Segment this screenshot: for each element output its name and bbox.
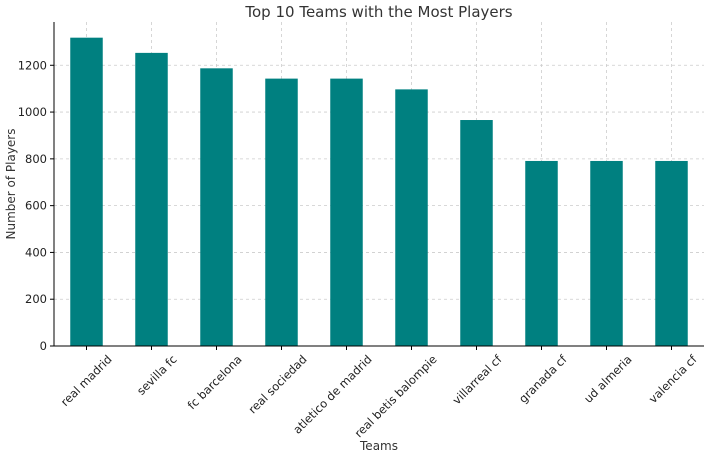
bar-chart: Top 10 Teams with the Most Players 0 200 4… xyxy=(4,3,704,453)
x-tick-label: real sociedad xyxy=(245,352,309,416)
x-tick-label: sevilla fc xyxy=(134,352,180,398)
y-tick-label: 600 xyxy=(25,199,47,213)
bar xyxy=(135,52,168,346)
bar xyxy=(395,89,428,346)
y-tick-label: 200 xyxy=(25,292,47,306)
bar xyxy=(460,120,493,347)
x-axis-label: Teams xyxy=(359,439,398,453)
bar xyxy=(200,68,233,347)
bar xyxy=(590,160,623,346)
y-tick-label: 0 xyxy=(40,339,47,353)
y-axis-label: Number of Players xyxy=(4,129,18,240)
y-tick-label: 1000 xyxy=(18,105,47,119)
bar xyxy=(70,37,103,346)
y-tick-label: 800 xyxy=(25,152,47,166)
y-tick-label: 400 xyxy=(25,245,47,259)
bar xyxy=(265,78,298,346)
x-tick-label: ud almeria xyxy=(581,352,635,406)
x-tick-label: villarreal cf xyxy=(450,352,506,408)
bar xyxy=(330,78,363,346)
x-ticks: real madrid sevilla fc fc barcelona real so… xyxy=(58,346,700,440)
bar xyxy=(655,160,688,346)
x-tick-label: fc barcelona xyxy=(185,352,245,412)
bars xyxy=(70,37,688,347)
chart-title: Top 10 Teams with the Most Players xyxy=(244,3,512,21)
y-tick-label: 1200 xyxy=(18,58,47,72)
bar xyxy=(525,160,558,346)
x-tick-label: granada cf xyxy=(516,352,570,406)
x-tick-label: valencia cf xyxy=(646,352,700,406)
y-ticks: 0 200 400 600 800 1000 1200 xyxy=(18,58,54,353)
x-tick-label: real madrid xyxy=(58,352,115,409)
